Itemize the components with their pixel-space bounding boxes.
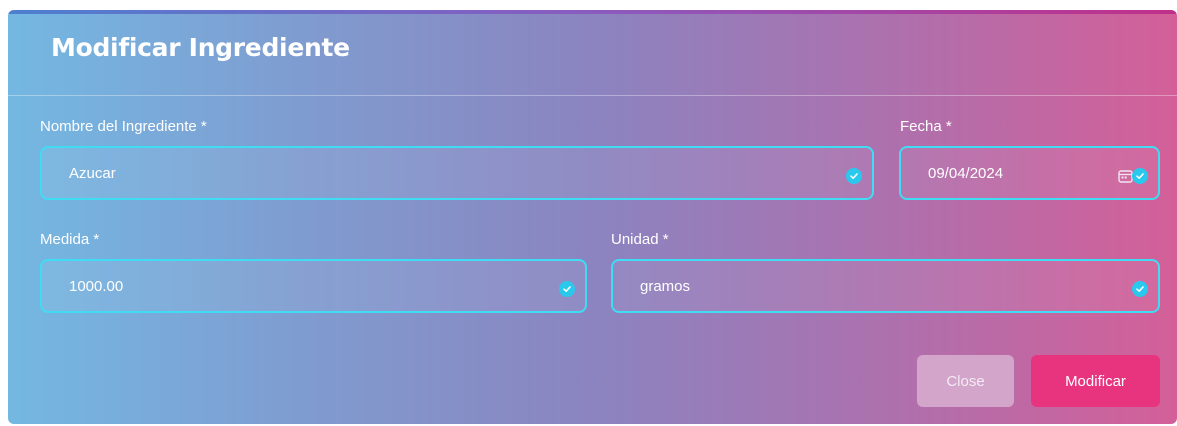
medida-value: 1000.00 bbox=[69, 277, 124, 295]
valid-check-icon bbox=[559, 281, 575, 297]
close-button[interactable]: Close bbox=[917, 355, 1014, 407]
modal-header: Modificar Ingrediente bbox=[8, 14, 1177, 96]
medida-input[interactable]: 1000.00 bbox=[40, 259, 587, 313]
calendar-icon[interactable] bbox=[1118, 168, 1133, 183]
nombre-value: Azucar bbox=[69, 164, 116, 182]
fecha-label: Fecha * bbox=[900, 118, 952, 135]
unidad-label: Unidad * bbox=[611, 231, 669, 248]
unidad-input[interactable]: gramos bbox=[611, 259, 1160, 313]
valid-check-icon bbox=[846, 168, 862, 184]
unidad-value: gramos bbox=[640, 277, 691, 295]
medida-label: Medida * bbox=[40, 231, 100, 248]
modify-ingredient-modal: Modificar Ingrediente Nombre del Ingredi… bbox=[8, 10, 1177, 424]
nombre-label: Nombre del Ingrediente * bbox=[40, 118, 207, 135]
valid-check-icon bbox=[1132, 281, 1148, 297]
nombre-input[interactable]: Azucar bbox=[40, 146, 874, 200]
valid-check-icon bbox=[1132, 168, 1148, 184]
fecha-input[interactable]: 09/04/2024 bbox=[899, 146, 1160, 200]
modal-title: Modificar Ingrediente bbox=[51, 33, 350, 62]
modificar-button[interactable]: Modificar bbox=[1031, 355, 1160, 407]
